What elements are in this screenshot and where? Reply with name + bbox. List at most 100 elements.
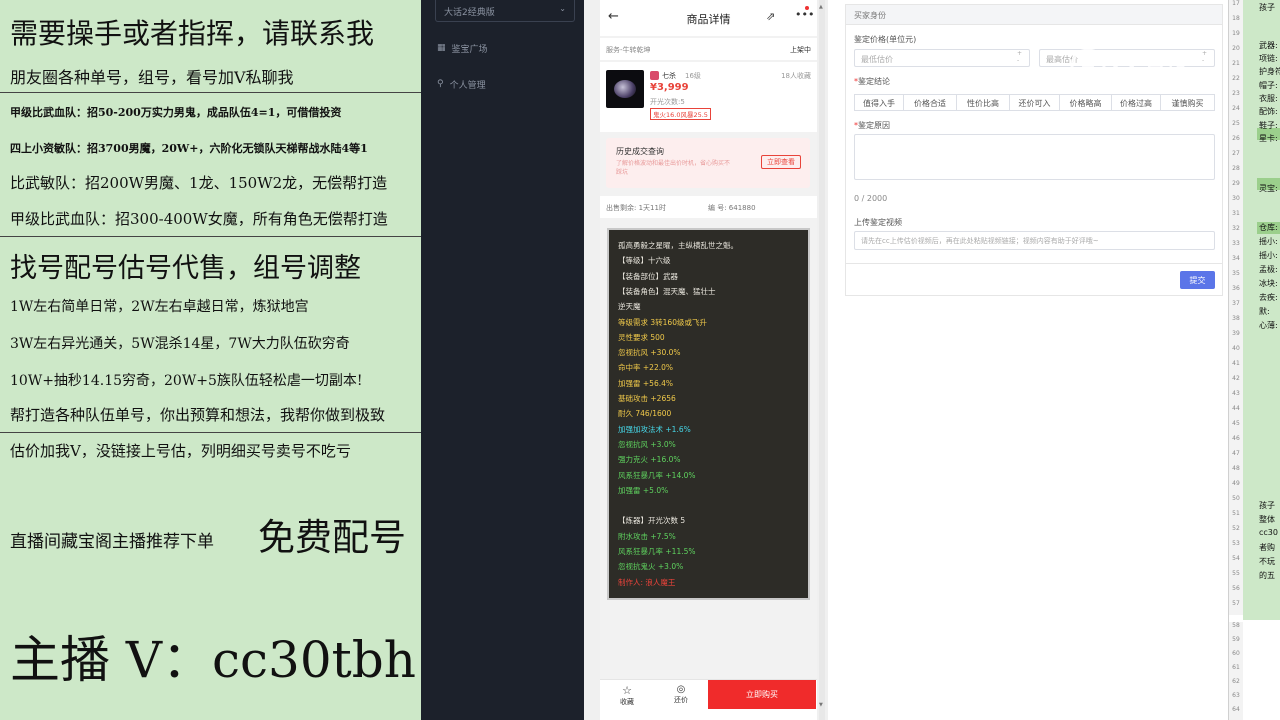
person-icon: ⚲ xyxy=(437,79,444,89)
scroll-up-icon[interactable]: ▲ xyxy=(819,4,825,10)
sheet-cell[interactable]: 鞋子: xyxy=(1259,120,1280,131)
video-link-input[interactable]: 请先在cc上传估价视频后，再在此处粘贴视频链接；视频内容有助于好评哦~ xyxy=(854,231,1215,250)
row-number: 43 xyxy=(1229,390,1243,405)
sheet-cell[interactable]: 武器: xyxy=(1259,40,1280,51)
sheet-cell[interactable]: 衣服: xyxy=(1259,93,1280,104)
sheet-cell[interactable]: 配饰: xyxy=(1259,106,1280,117)
bargain-button[interactable]: ◎ 还价 xyxy=(666,684,696,705)
promo-line: 朋友圈各种单号，组号，看号加V私聊我 xyxy=(10,68,294,87)
row-number: 38 xyxy=(1229,315,1243,330)
version-select[interactable]: 大话2经典版 ⌄ xyxy=(435,0,575,22)
chip-too-high[interactable]: 价格过高 xyxy=(1111,94,1161,111)
chip-slightly-high[interactable]: 价格略高 xyxy=(1059,94,1112,111)
sheet-cell[interactable]: cc30 xyxy=(1259,528,1280,537)
row-number: 55 xyxy=(1229,570,1243,585)
scrollbar[interactable]: ▲ ▼ xyxy=(819,0,825,720)
chip-good-value[interactable]: 性价比高 xyxy=(956,94,1010,111)
sheet-cell[interactable]: 整体 xyxy=(1259,514,1280,525)
row-number: 49 xyxy=(1229,480,1243,495)
divider xyxy=(0,236,421,237)
promo-line: 免费配号 xyxy=(258,516,406,559)
enlight-times: 开光次数:5 xyxy=(650,98,685,106)
detail-line: 加强雷 +5.0% xyxy=(618,485,669,495)
detail-line: 风系狂暴几率 +11.5% xyxy=(618,547,696,556)
phone-header: ← 商品详情 ⇗ ••• xyxy=(600,0,817,36)
detail-line: 强力克火 +16.0% xyxy=(618,455,681,465)
detail-line: 加强雷 +56.4% xyxy=(618,378,673,388)
row-number: 57 xyxy=(1229,600,1243,615)
sheet-cell[interactable]: 默: xyxy=(1259,306,1280,317)
sheet-cell[interactable]: 项链: xyxy=(1259,53,1280,64)
weapon-image xyxy=(614,80,636,98)
cc-logo-icon xyxy=(1070,48,1106,84)
row-number: 23 xyxy=(1229,90,1243,105)
stepper-icon[interactable]: + - xyxy=(1017,50,1022,64)
sheet-cell[interactable]: 孩子 xyxy=(1259,500,1280,511)
chip-buy-carefully[interactable]: 谨慎购买 xyxy=(1160,94,1215,111)
sheet-cell[interactable]: 帽子: xyxy=(1259,80,1280,91)
promo-line: 四上小资敏队：招3700男魔，20W+，六阶化无锁队天梯帮战水陆4等1 xyxy=(10,142,368,155)
sheet-cell[interactable]: 心薄: xyxy=(1259,320,1280,331)
sheet-cell[interactable]: 仓库: xyxy=(1259,222,1280,233)
sheet-cell[interactable]: 摇小: xyxy=(1259,236,1280,247)
scroll-down-icon[interactable]: ▼ xyxy=(819,702,825,708)
row-number: 62 xyxy=(1229,678,1243,692)
sheet-cell[interactable]: 星卡: xyxy=(1259,133,1280,144)
server-bar: 服务-牛转乾坤 上架中 xyxy=(600,38,817,60)
chip-fair-price[interactable]: 价格合适 xyxy=(903,94,957,111)
row-number: 56 xyxy=(1229,585,1243,600)
row-number: 39 xyxy=(1229,330,1243,345)
detail-line: 忽视抗风 +30.0% xyxy=(618,348,681,358)
sidebar-item-square[interactable]: ▦ 鉴宝广场 xyxy=(437,40,488,56)
watermark-text: CC直播 xyxy=(1112,58,1189,83)
reason-label: *鉴定原因 xyxy=(854,121,890,130)
detail-line: 逆天魔 xyxy=(618,302,641,312)
detail-line: 等级需求 3转160级或飞升 xyxy=(618,317,707,327)
row-number: 31 xyxy=(1229,210,1243,225)
sheet-cell[interactable]: 护身符 xyxy=(1259,66,1280,77)
sale-time: 出售剩余: 1天11时 xyxy=(606,204,666,212)
promo-line: 直播间藏宝阁主播推荐下单 xyxy=(10,532,214,552)
row-number: 41 xyxy=(1229,360,1243,375)
row-number: 36 xyxy=(1229,285,1243,300)
sheet-cell[interactable]: 摇小: xyxy=(1259,250,1280,261)
more-icon[interactable]: ••• xyxy=(795,8,814,21)
sheet-cell[interactable]: 不玩 xyxy=(1259,556,1280,567)
view-now-button[interactable]: 立即查看 xyxy=(761,155,801,169)
promo-line: 比武敏队：招200W男魔、1龙、150W2龙，无偿帮打造 xyxy=(10,174,388,192)
row-number: 33 xyxy=(1229,240,1243,255)
sheet-cell[interactable]: 的五 xyxy=(1259,570,1280,581)
collect-button[interactable]: ☆ 收藏 xyxy=(612,684,642,707)
item-card[interactable]: 七杀 16级 18人收藏 ¥3,999 开光次数:5 鬼火16.0风暴25.5 xyxy=(600,62,817,132)
min-price-input[interactable]: 最低估价 xyxy=(854,49,1030,67)
chip-worth-buying[interactable]: 值得入手 xyxy=(854,94,904,111)
row-number: 17 xyxy=(1229,0,1243,15)
sidebar-item-personal[interactable]: ⚲ 个人管理 xyxy=(437,76,486,92)
buy-now-button[interactable]: 立即购买 xyxy=(708,680,816,709)
watermark: CC直播 xyxy=(1068,44,1218,88)
sheet-cell[interactable]: 灵宝: xyxy=(1259,183,1280,194)
sheet-cell[interactable]: 孟极: xyxy=(1259,264,1280,275)
status-badge: 上架中 xyxy=(790,46,811,54)
item-detail-panel: 孤高勇毅之星曜，主纵横乱世之魁。 【等级】十六级 【装备部位】武器 【装备角色】混天魔… xyxy=(607,228,810,600)
sidebar-item-label: 鉴宝广场 xyxy=(451,44,488,55)
row-number: 19 xyxy=(1229,30,1243,45)
row-number: 32 xyxy=(1229,225,1243,240)
row-number: 48 xyxy=(1229,465,1243,480)
chip-bargain-ok[interactable]: 还价可入 xyxy=(1009,94,1060,111)
char-counter: 0 / 2000 xyxy=(854,194,888,203)
row-number: 54 xyxy=(1229,555,1243,570)
row-number: 63 xyxy=(1229,692,1243,706)
reason-textarea[interactable] xyxy=(854,134,1215,180)
row-number: 27 xyxy=(1229,150,1243,165)
sheet-cell[interactable]: 冰块: xyxy=(1259,278,1280,289)
sheet-cell[interactable]: 者购 xyxy=(1259,542,1280,553)
star-icon: ☆ xyxy=(622,684,632,697)
share-icon[interactable]: ⇗ xyxy=(766,10,775,23)
collect-label: 收藏 xyxy=(620,698,634,706)
row-number: 18 xyxy=(1229,15,1243,30)
sheet-cell[interactable]: 去疾: xyxy=(1259,292,1280,303)
submit-button[interactable]: 提交 xyxy=(1180,271,1215,289)
row-number: 60 xyxy=(1229,650,1243,664)
sheet-cell[interactable]: 孩子 xyxy=(1259,2,1280,13)
